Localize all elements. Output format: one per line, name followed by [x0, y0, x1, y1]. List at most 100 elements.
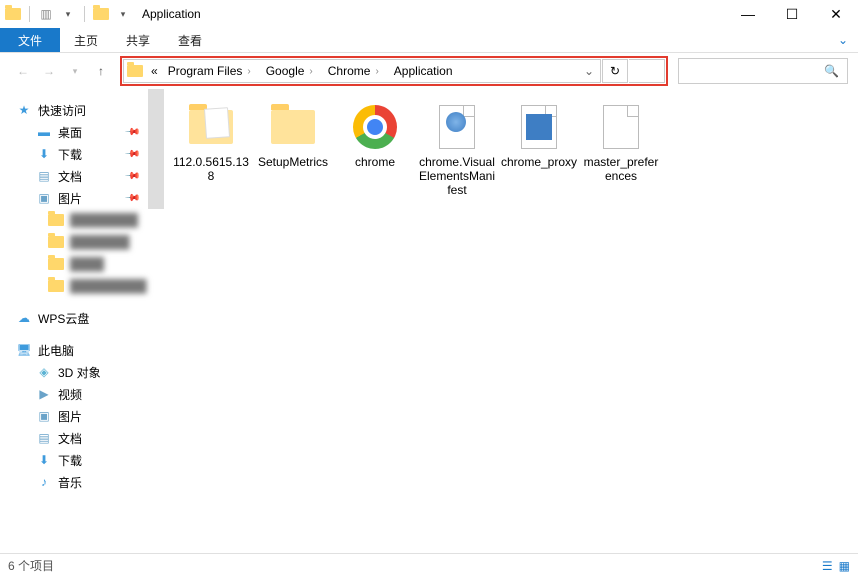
recent-dropdown-icon[interactable]: ▾ [62, 58, 88, 84]
pin-icon: 📌 [123, 190, 140, 207]
file-label: chrome [353, 155, 397, 169]
breadcrumb-item[interactable]: Google› [261, 60, 323, 82]
blank-file-icon [597, 103, 645, 151]
sidebar-item-documents[interactable]: ▤文档📌 [0, 165, 144, 187]
up-button[interactable]: ↑ [88, 58, 114, 84]
address-extra[interactable] [629, 59, 665, 83]
sidebar-item-3d[interactable]: ◈3D 对象 [0, 361, 144, 383]
tab-view[interactable]: 查看 [164, 28, 216, 52]
search-input[interactable]: 🔍 [678, 58, 848, 84]
sidebar-item-documents[interactable]: ▤文档 [0, 427, 144, 449]
computer-icon: 🖥 [16, 342, 32, 358]
tab-share[interactable]: 共享 [112, 28, 164, 52]
star-icon: ★ [16, 102, 32, 118]
chevron-right-icon[interactable]: › [304, 66, 317, 77]
item-count: 6 个项目 [8, 557, 54, 574]
crumb-overflow[interactable]: « [146, 60, 163, 82]
document-icon: ▤ [36, 430, 52, 446]
folder-item[interactable]: 112.0.5615.138 [170, 99, 252, 209]
file-label: master_preferences [580, 155, 662, 183]
pin-icon: 📌 [123, 124, 140, 141]
breadcrumb-item[interactable]: Program Files› [163, 60, 261, 82]
chevron-right-icon[interactable]: › [242, 66, 255, 77]
folder-icon [48, 278, 64, 294]
file-label: SetupMetrics [256, 155, 330, 169]
exe-file-icon [515, 103, 563, 151]
title-bar: ▥ ▾ ▾ Application — ☐ ✕ [0, 0, 858, 28]
details-view-icon[interactable]: ☰ [822, 559, 833, 573]
folder-icon [124, 65, 146, 77]
address-bar[interactable]: « Program Files› Google› Chrome› Applica… [123, 59, 601, 83]
sidebar-item-pictures[interactable]: ▣图片 [0, 405, 144, 427]
download-icon: ⬇ [36, 146, 52, 162]
sidebar-item-thispc[interactable]: 🖥此电脑 [0, 339, 144, 361]
picture-icon: ▣ [36, 408, 52, 424]
folder-icon [92, 5, 110, 23]
search-icon: 🔍 [824, 64, 839, 78]
sidebar-item-downloads[interactable]: ⬇下载 [0, 449, 144, 471]
ribbon-tabs: 文件 主页 共享 查看 ⌄ [0, 28, 858, 53]
sidebar-item-folder[interactable]: █████████ [0, 275, 144, 297]
qat-dropdown-icon[interactable]: ▾ [114, 5, 132, 23]
sidebar-item-folder[interactable]: ████████ [0, 209, 144, 231]
folder-icon [48, 234, 64, 250]
file-label: chrome_proxy [499, 155, 579, 169]
video-icon: ▶ [36, 386, 52, 402]
close-button[interactable]: ✕ [814, 0, 858, 28]
navigation-row: ← → ▾ ↑ « Program Files› Google› Chrome›… [0, 53, 858, 89]
breadcrumb-item[interactable]: Chrome› [323, 60, 389, 82]
music-icon: ♪ [36, 474, 52, 490]
chevron-right-icon[interactable]: › [370, 66, 383, 77]
sidebar-item-wps[interactable]: ☁WPS云盘 [0, 307, 144, 329]
main-area: ★ 快速访问 ▬桌面📌 ⬇下载📌 ▤文档📌 ▣图片📌 ████████ ████… [0, 89, 858, 549]
pin-icon: 📌 [123, 168, 140, 185]
folder-icon [4, 5, 22, 23]
folder-icon [48, 256, 64, 272]
sidebar-scrollbar[interactable] [148, 89, 164, 549]
pin-icon: 📌 [123, 146, 140, 163]
file-item[interactable]: chrome.VisualElementsManifest [416, 99, 498, 209]
refresh-button[interactable]: ↻ [602, 59, 628, 83]
breadcrumb-item[interactable]: Application [389, 60, 458, 82]
folder-icon [269, 103, 317, 151]
maximize-button[interactable]: ☐ [770, 0, 814, 28]
file-item-chrome[interactable]: chrome [334, 99, 416, 209]
file-item[interactable]: chrome_proxy [498, 99, 580, 209]
chrome-icon [351, 103, 399, 151]
file-label: chrome.VisualElementsManifest [416, 155, 498, 197]
document-icon: ▤ [36, 168, 52, 184]
file-label: 112.0.5615.138 [170, 155, 252, 183]
folder-item[interactable]: SetupMetrics [252, 99, 334, 209]
dropdown-icon[interactable]: ▾ [59, 5, 77, 23]
sidebar-item-pictures[interactable]: ▣图片📌 [0, 187, 144, 209]
quick-access-toolbar: ▥ ▾ ▾ [0, 5, 132, 23]
properties-icon[interactable]: ▥ [37, 5, 55, 23]
download-icon: ⬇ [36, 452, 52, 468]
sidebar-item-videos[interactable]: ▶视频 [0, 383, 144, 405]
sidebar-item-desktop[interactable]: ▬桌面📌 [0, 121, 144, 143]
file-item[interactable]: master_preferences [580, 99, 662, 209]
html-file-icon [433, 103, 481, 151]
sidebar-item-folder[interactable]: ███████ [0, 231, 144, 253]
icons-view-icon[interactable]: ▦ [839, 559, 850, 573]
minimize-button[interactable]: — [726, 0, 770, 28]
file-list[interactable]: 112.0.5615.138 SetupMetrics chrome chrom… [164, 89, 858, 549]
desktop-icon: ▬ [36, 124, 52, 140]
address-dropdown-icon[interactable]: ⌄ [578, 64, 600, 78]
sidebar-item-downloads[interactable]: ⬇下载📌 [0, 143, 144, 165]
sidebar-item-folder[interactable]: ████ [0, 253, 144, 275]
picture-icon: ▣ [36, 190, 52, 206]
tab-home[interactable]: 主页 [60, 28, 112, 52]
ribbon-expand-icon[interactable]: ⌄ [828, 28, 858, 52]
quick-access-header[interactable]: ★ 快速访问 [0, 99, 144, 121]
navigation-pane: ★ 快速访问 ▬桌面📌 ⬇下载📌 ▤文档📌 ▣图片📌 ████████ ████… [0, 89, 164, 549]
status-bar: 6 个项目 ☰ ▦ [0, 553, 858, 577]
forward-button[interactable]: → [36, 58, 62, 84]
back-button[interactable]: ← [10, 58, 36, 84]
window-title: Application [142, 7, 201, 21]
file-tab[interactable]: 文件 [0, 28, 60, 52]
sidebar-item-music[interactable]: ♪音乐 [0, 471, 144, 493]
scrollbar-thumb[interactable] [148, 89, 164, 209]
3d-icon: ◈ [36, 364, 52, 380]
address-bar-highlight: « Program Files› Google› Chrome› Applica… [120, 56, 668, 86]
